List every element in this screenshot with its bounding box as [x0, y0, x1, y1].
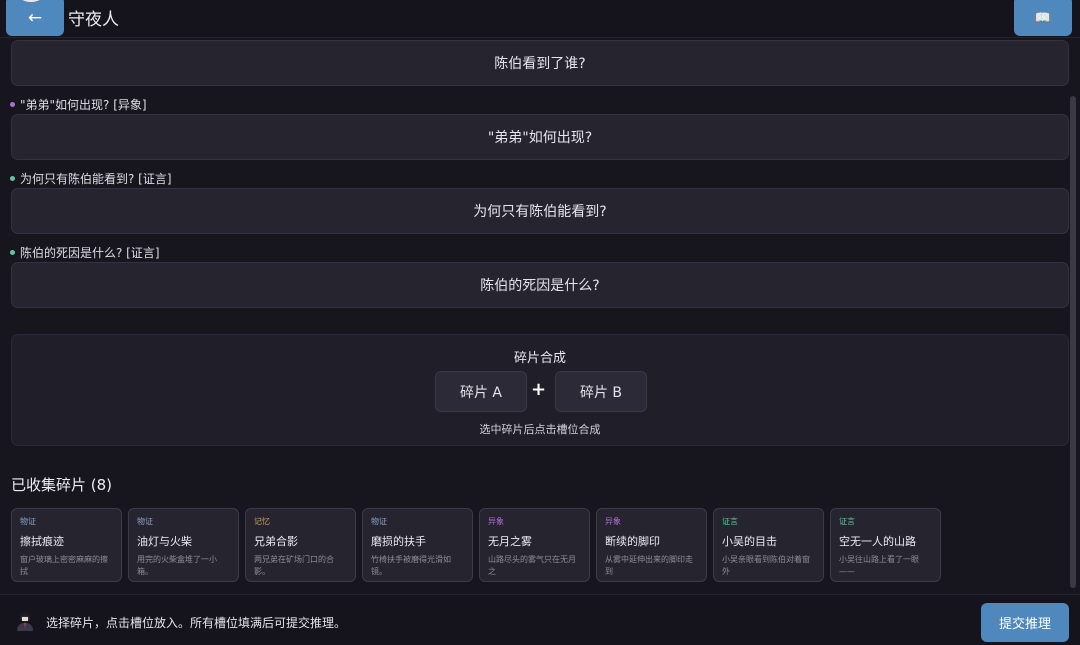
synthesis-hint: 选中碎片后点击槽位合成 [479, 423, 601, 436]
book-icon: 📖 [1034, 10, 1052, 26]
fragment-slot-a[interactable]: 碎片 A [435, 371, 527, 412]
fragment-desc: 小吴亲眼看到陈伯对着窗外 [722, 555, 810, 576]
fragment-card[interactable]: 物证 擦拭痕迹 窗户玻璃上密密麻麻的擦拭 [11, 508, 122, 582]
fragment-card[interactable]: 物证 磨损的扶手 竹椅扶手被磨得光滑如镜。 [362, 508, 473, 582]
fragment-name: 油灯与火柴 [137, 535, 192, 548]
fragment-name: 空无一人的山路 [839, 535, 916, 548]
fragment-name: 擦拭痕迹 [20, 535, 64, 548]
back-arrow-icon: ← [27, 8, 43, 28]
question-card[interactable]: 为何只有陈伯能看到? [11, 188, 1069, 234]
synthesis-title: 碎片合成 [513, 351, 566, 366]
fragment-desc: 从雾中延伸出来的脚印走到 [605, 555, 693, 576]
fragment-card[interactable]: 记忆 兄弟合影 两兄弟在矿场门口的合影。 [245, 508, 356, 582]
fragment-slot-b[interactable]: 碎片 B [555, 371, 647, 412]
question-label-text: "弟弟"如何出现? [异象] [20, 98, 147, 112]
top-bar: ← 守夜人 📖 [0, 0, 1080, 38]
notebook-button[interactable]: 📖 [1014, 0, 1072, 36]
page-title: 守夜人 [68, 10, 119, 30]
fragment-name: 小吴的目击 [722, 535, 777, 548]
fragment-card[interactable]: 物证 油灯与火柴 用完的火柴盒堆了一小箱。 [128, 508, 239, 582]
detective-avatar-icon [17, 611, 33, 631]
collected-fragments-title: 已收集碎片 (8) [11, 476, 113, 494]
fragment-type: 物证 [20, 517, 36, 526]
plus-icon: + [531, 379, 547, 400]
fragment-card[interactable]: 证言 小吴的目击 小吴亲眼看到陈伯对着窗外 [713, 508, 824, 582]
category-dot-icon [10, 250, 15, 255]
instruction-text: 选择碎片，点击槽位放入。所有槽位填满后可提交推理。 [46, 616, 347, 630]
fragment-card[interactable]: 异象 断续的脚印 从雾中延伸出来的脚印走到 [596, 508, 707, 582]
fragment-type: 异象 [488, 517, 504, 526]
fragment-type: 证言 [722, 517, 738, 526]
fragment-type: 记忆 [254, 517, 270, 526]
question-card[interactable]: 陈伯看到了谁? [11, 40, 1069, 86]
question-label: 陈伯的死因是什么? [证言] [10, 244, 160, 261]
fragment-desc: 山路尽头的雾气只在无月之 [488, 555, 576, 576]
category-dot-icon [10, 176, 15, 181]
question-label-text: 为何只有陈伯能看到? [证言] [20, 172, 172, 186]
question-label: 为何只有陈伯能看到? [证言] [10, 170, 172, 187]
question-card[interactable]: "弟弟"如何出现? [11, 114, 1069, 160]
back-button-highlight [18, 0, 44, 2]
question-card[interactable]: 陈伯的死因是什么? [11, 262, 1069, 308]
fragment-desc: 用完的火柴盒堆了一小箱。 [137, 555, 217, 576]
fragment-card[interactable]: 异象 无月之雾 山路尽头的雾气只在无月之 [479, 508, 590, 582]
back-button[interactable]: ← [6, 0, 64, 36]
fragment-name: 断续的脚印 [605, 535, 660, 548]
fragment-type: 物证 [137, 517, 153, 526]
vertical-scrollbar[interactable] [1070, 96, 1076, 588]
fragment-name: 兄弟合影 [254, 535, 298, 548]
fragment-synthesis-panel: 碎片合成 碎片 A + 碎片 B 选中碎片后点击槽位合成 [11, 334, 1069, 446]
fragment-type: 证言 [839, 517, 855, 526]
content-area[interactable]: 陈伯看到了谁? "弟弟"如何出现? [异象] "弟弟"如何出现? 为何只有陈伯能… [0, 38, 1080, 594]
question-label: "弟弟"如何出现? [异象] [10, 96, 147, 113]
bottom-bar: 选择碎片，点击槽位放入。所有槽位填满后可提交推理。 提交推理 [0, 594, 1080, 645]
fragment-desc: 两兄弟在矿场门口的合影。 [254, 555, 334, 576]
category-dot-icon [10, 102, 15, 107]
fragment-desc: 小吴往山路上看了一眼—— [839, 555, 919, 576]
fragment-desc: 窗户玻璃上密密麻麻的擦拭 [20, 555, 108, 576]
fragment-name: 磨损的扶手 [371, 535, 426, 548]
fragment-name: 无月之雾 [488, 535, 532, 548]
fragment-type: 物证 [371, 517, 387, 526]
submit-reasoning-button[interactable]: 提交推理 [981, 603, 1069, 642]
question-label-text: 陈伯的死因是什么? [证言] [20, 246, 160, 260]
fragment-card[interactable]: 证言 空无一人的山路 小吴往山路上看了一眼—— [830, 508, 941, 582]
fragment-desc: 竹椅扶手被磨得光滑如镜。 [371, 555, 451, 576]
fragment-type: 异象 [605, 517, 621, 526]
